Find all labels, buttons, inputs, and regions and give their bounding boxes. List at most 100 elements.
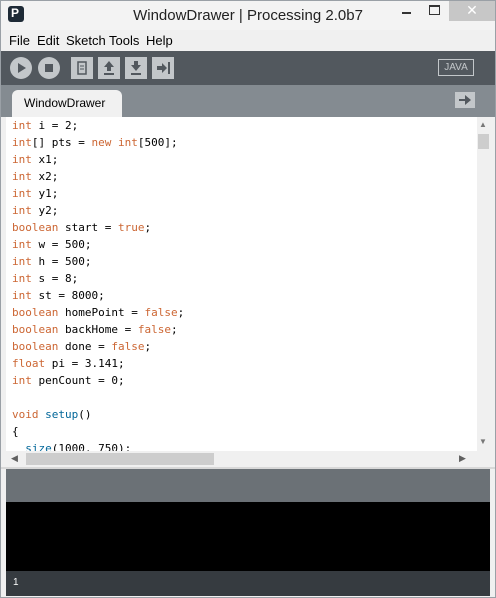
code-keyword: false xyxy=(144,306,178,319)
minimize-button[interactable] xyxy=(393,1,420,21)
scroll-right-icon[interactable]: ▶ xyxy=(459,453,466,464)
scroll-down-icon[interactable]: ▼ xyxy=(479,437,487,446)
code-editor[interactable]: int i = 2; int[] pts = new int[500]; int x… xyxy=(6,117,490,451)
code-line: float pi = 3.141; xyxy=(12,355,125,372)
menu-bar: File Edit Sketch Tools Help xyxy=(1,30,495,51)
run-button[interactable] xyxy=(10,57,32,79)
code-text: done = xyxy=(58,340,112,353)
code-keyword: int xyxy=(12,153,32,166)
scroll-left-icon[interactable]: ◀ xyxy=(11,453,18,464)
code-keyword: true xyxy=(117,221,145,234)
code-line: boolean start = true; xyxy=(12,219,151,236)
code-text: y1; xyxy=(31,187,59,200)
menu-sketch[interactable]: Sketch xyxy=(66,33,106,48)
code-line: { xyxy=(12,423,19,440)
code-keyword: boolean xyxy=(12,340,59,353)
code-line: int y1; xyxy=(12,185,58,202)
processing-window: P WindowDrawer | Processing 2.0b7 ✕ File… xyxy=(0,0,496,598)
code-keyword: boolean xyxy=(12,221,59,234)
code-line: int x1; xyxy=(12,151,58,168)
menu-edit[interactable]: Edit xyxy=(37,33,59,48)
tab-label: WindowDrawer xyxy=(24,96,106,110)
code-keyword: false xyxy=(111,340,145,353)
code-text: w = 500; xyxy=(31,238,92,251)
code-text: x1; xyxy=(31,153,59,166)
code-keyword: int xyxy=(12,119,32,132)
title-bar: P WindowDrawer | Processing 2.0b7 ✕ xyxy=(1,1,495,30)
code-line: boolean homePoint = false; xyxy=(12,304,184,321)
code-text: pi = 3.141; xyxy=(45,357,125,370)
code-keyword: int xyxy=(12,204,32,217)
code-keyword: int xyxy=(12,272,32,285)
code-text: start = xyxy=(58,221,118,234)
code-line: boolean done = false; xyxy=(12,338,151,355)
code-keyword: int xyxy=(12,187,32,200)
code-keyword: void xyxy=(12,408,39,421)
code-text: ; xyxy=(144,340,152,353)
save-icon xyxy=(131,61,141,75)
line-number: 1 xyxy=(13,577,19,588)
menu-file[interactable]: File xyxy=(9,33,30,48)
code-text: () xyxy=(78,408,92,421)
code-line: size(1000, 750); xyxy=(12,440,131,451)
toolbar: JAVA xyxy=(1,51,495,85)
code-keyword: boolean xyxy=(12,323,59,336)
code-keyword: int xyxy=(12,289,32,302)
code-keyword: int xyxy=(12,136,32,149)
code-line: int i = 2; xyxy=(12,117,78,134)
close-button[interactable]: ✕ xyxy=(449,1,495,21)
code-text: ; xyxy=(170,323,178,336)
new-button[interactable] xyxy=(71,57,93,79)
code-line: int penCount = 0; xyxy=(12,372,125,389)
mode-selector[interactable]: JAVA xyxy=(438,59,474,76)
code-keyword: int xyxy=(12,170,32,183)
scroll-up-icon[interactable]: ▲ xyxy=(479,120,487,129)
code-keyword: false xyxy=(137,323,171,336)
export-button[interactable] xyxy=(152,57,174,79)
code-line: int w = 500; xyxy=(12,236,91,253)
tab-menu-button[interactable] xyxy=(455,92,475,108)
code-keyword: float xyxy=(12,357,46,370)
message-area xyxy=(6,469,490,502)
horizontal-scrollbar[interactable]: ◀ ▶ xyxy=(6,451,473,467)
code-keyword: int xyxy=(12,255,32,268)
code-line: int y2; xyxy=(12,202,58,219)
stop-icon xyxy=(45,64,53,72)
code-text: (1000, 750); xyxy=(51,442,132,451)
tab-windowdrawer[interactable]: WindowDrawer xyxy=(12,90,122,117)
stop-button[interactable] xyxy=(38,57,60,79)
new-icon xyxy=(77,61,87,75)
code-line: int h = 500; xyxy=(12,253,91,270)
code-text: [500]; xyxy=(137,136,178,149)
vertical-scrollbar[interactable]: ▲ ▼ xyxy=(477,117,490,451)
code-keyword: int xyxy=(12,374,32,387)
code-function: setup xyxy=(45,408,79,421)
code-text: { xyxy=(12,425,19,438)
code-text: [] pts = xyxy=(31,136,92,149)
code-line: int s = 8; xyxy=(12,270,78,287)
code-text: ; xyxy=(144,221,152,234)
maximize-button[interactable] xyxy=(421,1,448,21)
code-text: ; xyxy=(177,306,185,319)
run-icon xyxy=(18,63,26,73)
code-text: st = 8000; xyxy=(31,289,105,302)
menu-tools[interactable]: Tools xyxy=(109,33,139,48)
code-text: x2; xyxy=(31,170,59,183)
horizontal-scroll-thumb[interactable] xyxy=(26,453,214,465)
code-line: void setup() xyxy=(12,406,92,423)
arrow-right-icon xyxy=(459,95,471,105)
menu-help[interactable]: Help xyxy=(146,33,173,48)
code-text: h = 500; xyxy=(31,255,92,268)
vertical-scroll-thumb[interactable] xyxy=(478,134,489,149)
save-button[interactable] xyxy=(125,57,147,79)
code-text: backHome = xyxy=(58,323,138,336)
open-icon xyxy=(104,61,114,75)
code-keyword: boolean xyxy=(12,306,59,319)
tab-bar: WindowDrawer xyxy=(1,85,495,117)
open-button[interactable] xyxy=(98,57,120,79)
code-function: size xyxy=(25,442,52,451)
code-line: boolean backHome = false; xyxy=(12,321,178,338)
code-text: i = 2; xyxy=(31,119,79,132)
